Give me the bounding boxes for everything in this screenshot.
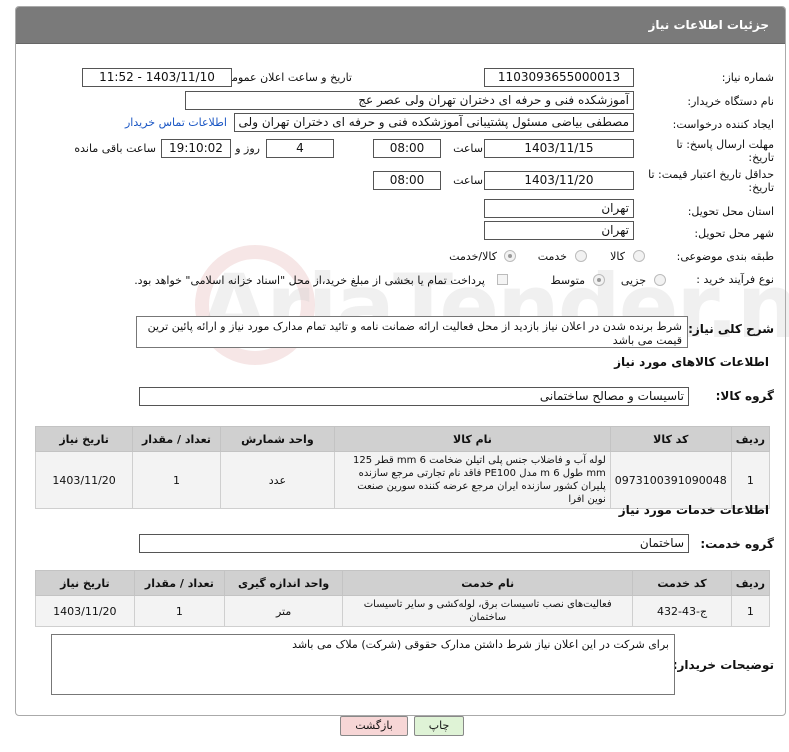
reply-time-field: 08:00 (373, 139, 441, 158)
goods-col-code: کد کالا (609, 426, 732, 452)
process-radio-medium[interactable] (593, 274, 605, 286)
description-textarea[interactable]: شرط برنده شدن در اعلان نیاز بازدید از مح… (136, 316, 688, 348)
price-date-field: 1403/11/20 (484, 171, 634, 190)
category-radio-service[interactable] (575, 250, 587, 262)
category-radio-goods-service[interactable] (504, 250, 516, 262)
contact-info-link[interactable]: اطلاعات تماس خریدار (125, 116, 227, 129)
requester-label: ایجاد کننده درخواست: (672, 118, 774, 131)
announce-field: 1403/11/10 - 11:52 (82, 68, 232, 87)
need-number-field: 1103093655000013 (484, 68, 634, 87)
category-label: طبقه بندی موضوعی: (676, 250, 774, 263)
announce-label: تاریخ و ساعت اعلان عمومی: (219, 71, 352, 84)
services-cell-qty: 1 (133, 595, 226, 627)
price-time-field: 08:00 (373, 171, 441, 190)
category-radio-goods[interactable] (633, 250, 645, 262)
city-label: شهر محل تحویل: (694, 227, 774, 240)
services-section-title: اطلاعات خدمات مورد نیاز (618, 503, 769, 517)
remaining-time-label: ساعت باقی مانده (74, 142, 156, 155)
goods-col-name: نام کالا (334, 426, 611, 452)
category-option-service: خدمت (537, 250, 567, 263)
goods-group-field: تاسیسات و مصالح ساختمانی (139, 387, 689, 406)
services-cell-code: ج-43-432 (632, 595, 732, 627)
services-cell-unit: متر (224, 595, 344, 627)
process-label: نوع فرآیند خرید : (696, 273, 774, 286)
goods-col-date: تاریخ نیاز (34, 426, 134, 452)
services-cell-name: فعالیت‌های نصب تاسیسات برق، لوله‌کشی و س… (342, 595, 634, 627)
reply-deadline-label: مهلت ارسال پاسخ: تا تاریخ: (676, 138, 774, 164)
goods-cell-name: لوله آب و فاضلاب جنس پلی اتیلن ضخامت 6 m… (334, 451, 611, 509)
back-button[interactable]: بازگشت (340, 716, 408, 736)
print-button[interactable]: چاپ (414, 716, 464, 736)
category-option-goods: کالا (610, 250, 625, 263)
reply-time-label: ساعت (453, 142, 483, 155)
description-label: شرح کلی نیاز: (688, 322, 774, 336)
services-cell-date: 1403/11/20 (35, 595, 135, 627)
panel-header: جزئیات اطلاعات نیاز (16, 7, 785, 44)
services-col-code: کد خدمت (632, 570, 732, 596)
table-row: 1 ج-43-432 فعالیت‌های نصب تاسیسات برق، ل… (35, 595, 771, 627)
process-option-medium: متوسط (550, 274, 585, 287)
services-group-label: گروه خدمت: (700, 537, 774, 551)
panel-title: جزئیات اطلاعات نیاز (648, 18, 769, 32)
goods-cell-unit: عدد (219, 451, 336, 509)
buyer-org-label: نام دستگاه خریدار: (687, 95, 774, 108)
goods-col-unit: واحد شمارش (219, 426, 336, 452)
services-col-date: تاریخ نیاز (35, 570, 135, 596)
services-col-name: نام خدمت (342, 570, 634, 596)
buyer-notes-label: توضیحات خریدار: (672, 658, 774, 672)
services-group-field: ساختمان (139, 534, 689, 553)
province-field: تهران (484, 199, 634, 218)
need-number-label: شماره نیاز: (721, 71, 774, 84)
goods-cell-date: 1403/11/20 (34, 451, 134, 509)
table-row: 1 0973100391090048 لوله آب و فاضلاب جنس … (34, 451, 771, 509)
requester-field: مصطفی بیاضی مسئول پشتیبانی آموزشکده فنی … (234, 113, 634, 132)
services-col-qty: تعداد / مقدار (133, 570, 226, 596)
services-col-unit: واحد اندازه گیری (224, 570, 344, 596)
city-field: تهران (484, 221, 634, 240)
province-label: استان محل تحویل: (687, 205, 774, 218)
goods-cell-row: 1 (730, 451, 771, 509)
treasury-checkbox[interactable] (497, 274, 508, 285)
goods-cell-code: 0973100391090048 (609, 451, 732, 509)
treasury-note: پرداخت تمام یا بخشی از مبلغ خرید،از محل … (134, 274, 485, 287)
days-remaining-field: 4 (266, 139, 334, 158)
services-col-row: ردیف (730, 570, 771, 596)
process-radio-minor[interactable] (654, 274, 666, 286)
goods-group-label: گروه کالا: (715, 389, 774, 403)
category-option-goods-service: کالا/خدمت (449, 250, 497, 263)
goods-table: ردیف کد کالا نام کالا واحد شمارش تعداد /… (34, 426, 771, 509)
goods-col-qty: تعداد / مقدار (132, 426, 221, 452)
services-cell-row: 1 (730, 595, 771, 627)
process-option-minor: جزیی (620, 274, 646, 287)
remaining-time-field: 19:10:02 (161, 139, 231, 158)
goods-col-row: ردیف (730, 426, 771, 452)
price-validity-label: حداقل تاریخ اعتبار قیمت: تا تاریخ: (648, 168, 774, 194)
days-label: روز و (235, 142, 260, 155)
price-time-label: ساعت (453, 174, 483, 187)
goods-cell-qty: 1 (132, 451, 221, 509)
buyer-org-field: آموزشکده فنی و حرفه ای دختران تهران ولی … (185, 91, 634, 110)
goods-section-title: اطلاعات کالاهای مورد نیاز (614, 355, 769, 369)
buyer-notes-textarea[interactable]: برای شرکت در این اعلان نیاز شرط داشتن مد… (51, 634, 675, 695)
reply-date-field: 1403/11/15 (484, 139, 634, 158)
services-table: ردیف کد خدمت نام خدمت واحد اندازه گیری ت… (35, 570, 771, 627)
